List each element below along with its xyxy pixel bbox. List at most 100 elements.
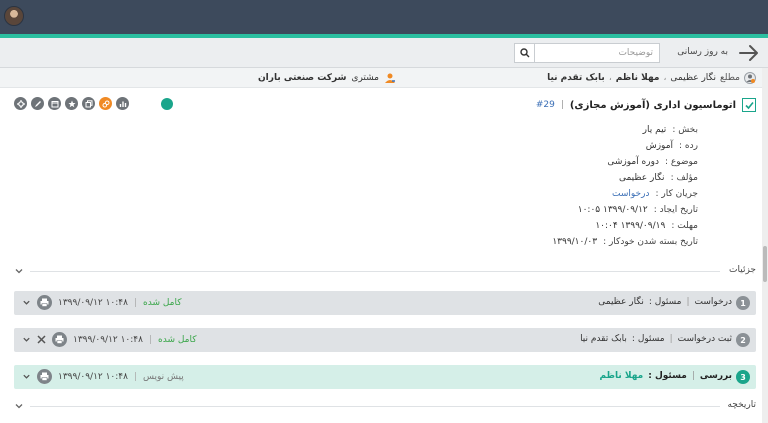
owner-name: مهلا ناظم bbox=[599, 371, 644, 381]
workflow-step[interactable]: 1 درخواست | مسئول : نگار عظیمی ۱۳۹۹/۰۹/۱… bbox=[14, 291, 756, 315]
property-value: دوره آموزشی bbox=[607, 157, 659, 167]
step-status: پیش نویس bbox=[143, 371, 184, 382]
chevron-down-icon[interactable] bbox=[22, 298, 31, 307]
history-section-header[interactable]: تاریخچه bbox=[14, 399, 760, 413]
ticket-title: اتوماسیون اداری (آموزش مجازی) bbox=[569, 99, 736, 111]
chart-icon[interactable] bbox=[116, 97, 129, 110]
arrow-right-icon[interactable] bbox=[738, 43, 760, 63]
details-title: جزئیات bbox=[729, 265, 756, 275]
step-name: درخواست bbox=[694, 297, 732, 307]
property-key: مهلت : bbox=[671, 221, 698, 231]
property-key: مؤلف : bbox=[670, 173, 698, 183]
step-meta: ۱۳۹۹/۰۹/۱۲ ۱۰:۴۸ | پیش نویس bbox=[22, 369, 184, 384]
top-bar bbox=[0, 0, 768, 34]
step-number: 1 bbox=[736, 296, 750, 310]
property-key: رده : bbox=[679, 141, 698, 151]
separator: | bbox=[691, 371, 695, 381]
close-icon[interactable] bbox=[37, 335, 46, 344]
step-meta: ۱۳۹۹/۰۹/۱۲ ۱۰:۴۸ | کامل شده bbox=[22, 332, 197, 347]
workflow-step-active[interactable]: 3 بررسی | مسئول : مهلا ناظم ۱۳۹۹/۰۹/۱۲ ۱… bbox=[14, 365, 756, 389]
informed-person: مهلا ناظم bbox=[615, 73, 660, 83]
workflow-step[interactable]: 2 ثبت درخواست | مسئول : بابک تقدم نیا ۱۳… bbox=[14, 328, 756, 352]
step-info: درخواست | مسئول : نگار عظیمی bbox=[598, 297, 732, 307]
ticket-number[interactable]: #29 bbox=[536, 100, 555, 110]
search-icon[interactable] bbox=[515, 44, 535, 62]
scrollbar-thumb[interactable] bbox=[763, 246, 767, 282]
customer-info: مشتری شرکت صنعتی باران bbox=[258, 72, 396, 84]
action-icons bbox=[14, 97, 129, 110]
print-icon[interactable] bbox=[37, 295, 52, 310]
informed-list: مطلع نگار عظیمی ، مهلا ناظم ، بابک تقدم … bbox=[547, 72, 756, 84]
workflow-link[interactable]: درخواست bbox=[612, 189, 649, 199]
informed-label: مطلع bbox=[720, 73, 740, 83]
step-timestamp: ۱۳۹۹/۰۹/۱۲ ۱۰:۴۸ bbox=[58, 371, 128, 382]
separator: | bbox=[560, 100, 564, 110]
property-key: بخش : bbox=[672, 125, 698, 135]
property-row: رده : آموزش bbox=[552, 138, 698, 154]
property-row: مهلت : ۱۳۹۹/۰۹/۱۹ ۱۰:۰۴ bbox=[552, 218, 698, 234]
avatar[interactable] bbox=[4, 6, 24, 26]
owner-label: مسئول : bbox=[631, 334, 665, 344]
step-timestamp: ۱۳۹۹/۰۹/۱۲ ۱۰:۴۸ bbox=[73, 334, 143, 345]
divider bbox=[30, 406, 720, 407]
separator: | bbox=[686, 297, 690, 307]
step-info: ثبت درخواست | مسئول : بابک تقدم نیا bbox=[580, 334, 732, 344]
step-status: کامل شده bbox=[143, 297, 182, 308]
step-meta: ۱۳۹۹/۰۹/۱۲ ۱۰:۴۸ | کامل شده bbox=[22, 295, 182, 310]
separator: | bbox=[669, 334, 673, 344]
check-icon bbox=[742, 98, 756, 112]
chevron-down-icon[interactable] bbox=[22, 372, 31, 381]
search-box bbox=[514, 43, 660, 63]
property-key: تاریخ بسته شدن خودکار : bbox=[603, 237, 698, 247]
copy-icon[interactable] bbox=[82, 97, 95, 110]
print-icon[interactable] bbox=[52, 332, 67, 347]
property-value: نگار عظیمی bbox=[618, 173, 665, 183]
property-value: آموزش bbox=[645, 141, 674, 151]
calendar-icon[interactable] bbox=[48, 97, 61, 110]
history-title: تاریخچه bbox=[727, 400, 756, 410]
informed-person: نگار عظیمی bbox=[670, 73, 717, 83]
settings-icon[interactable] bbox=[14, 97, 27, 110]
chevron-down-icon[interactable] bbox=[14, 266, 24, 276]
print-icon[interactable] bbox=[37, 369, 52, 384]
property-value: ۱۳۹۹/۰۹/۱۹ ۱۰:۰۴ bbox=[595, 221, 666, 231]
property-value: ۱۳۹۹/۱۰/۰۳ bbox=[552, 237, 598, 247]
chevron-down-icon[interactable] bbox=[14, 401, 24, 411]
search-input[interactable] bbox=[537, 44, 657, 62]
separator: | bbox=[133, 297, 138, 308]
details-section-header[interactable]: جزئیات bbox=[14, 264, 760, 278]
owner-name: بابک تقدم نیا bbox=[580, 334, 627, 344]
edit-icon[interactable] bbox=[31, 97, 44, 110]
chevron-down-icon[interactable] bbox=[22, 335, 31, 344]
scrollbar[interactable] bbox=[762, 68, 768, 423]
step-info: بررسی | مسئول : مهلا ناظم bbox=[599, 371, 732, 381]
owner-label: مسئول : bbox=[648, 371, 687, 381]
info-row: مطلع نگار عظیمی ، مهلا ناظم ، بابک تقدم … bbox=[0, 68, 762, 88]
customer-icon bbox=[385, 73, 395, 83]
property-key: تاریخ ایجاد : bbox=[653, 205, 698, 215]
property-value: ۱۳۹۹/۰۹/۱۲ ۱۰:۰۵ bbox=[577, 205, 648, 215]
people-icon bbox=[744, 72, 756, 84]
ticket-properties: بخش : تیم یار رده : آموزش موضوع : دوره آموز… bbox=[552, 122, 698, 250]
step-name: ثبت درخواست bbox=[677, 334, 732, 344]
owner-label: مسئول : bbox=[648, 297, 682, 307]
property-row: موضوع : دوره آموزشی bbox=[552, 154, 698, 170]
property-row: تاریخ ایجاد : ۱۳۹۹/۰۹/۱۲ ۱۰:۰۵ bbox=[552, 202, 698, 218]
customer-name[interactable]: شرکت صنعتی باران bbox=[258, 73, 346, 83]
property-row: مؤلف : نگار عظیمی bbox=[552, 170, 698, 186]
separator: ، bbox=[608, 73, 612, 83]
step-timestamp: ۱۳۹۹/۰۹/۱۲ ۱۰:۴۸ bbox=[58, 297, 128, 308]
owner-name: نگار عظیمی bbox=[598, 297, 644, 307]
property-row: جریان کار : درخواست bbox=[552, 186, 698, 202]
refresh-button[interactable]: به روز رسانی bbox=[677, 47, 728, 57]
status-indicator bbox=[161, 98, 173, 110]
ticket-header: اتوماسیون اداری (آموزش مجازی) | #29 bbox=[536, 98, 756, 112]
step-number: 3 bbox=[736, 370, 750, 384]
star-icon[interactable] bbox=[65, 97, 78, 110]
property-row: بخش : تیم یار bbox=[552, 122, 698, 138]
customer-label: مشتری bbox=[351, 73, 379, 83]
step-name: بررسی bbox=[699, 371, 732, 381]
separator: ، bbox=[663, 73, 667, 83]
property-row: تاریخ بسته شدن خودکار : ۱۳۹۹/۱۰/۰۳ bbox=[552, 234, 698, 250]
link-icon[interactable] bbox=[99, 97, 112, 110]
